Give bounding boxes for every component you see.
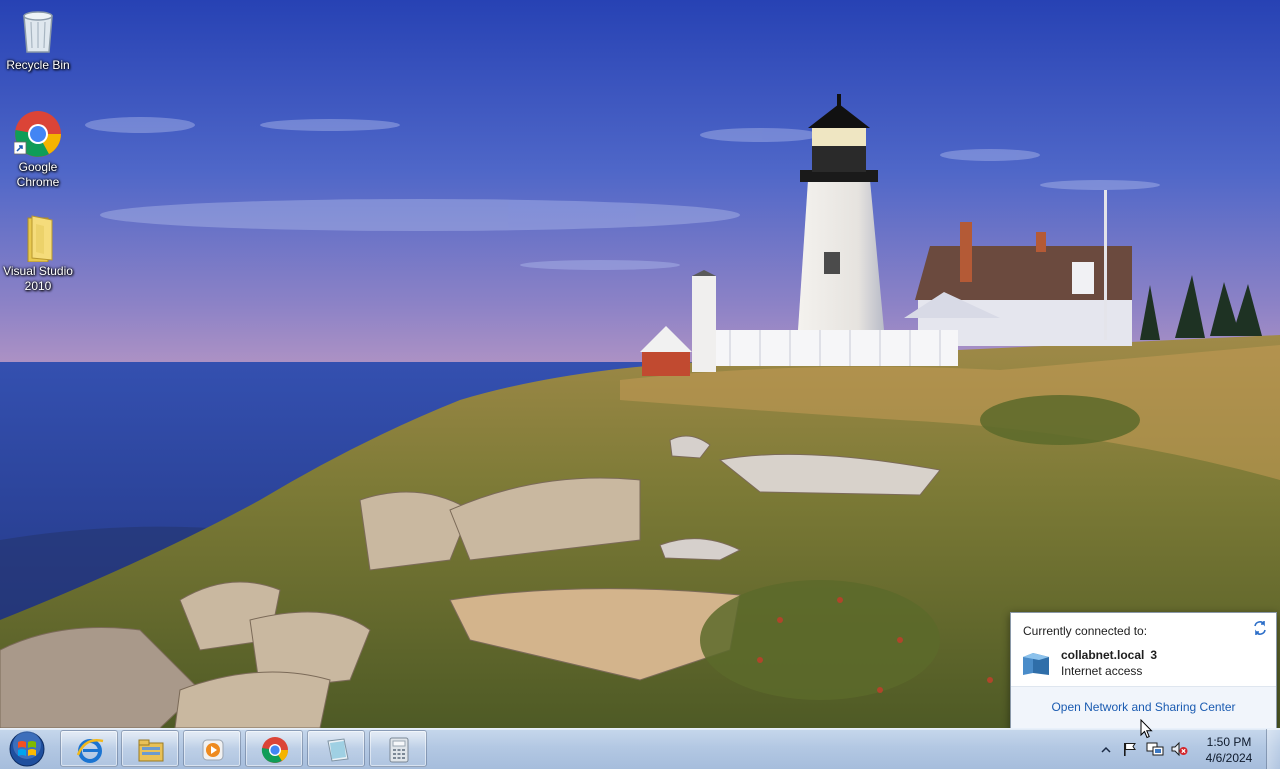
file-explorer-icon	[138, 739, 164, 762]
desktop-icon-label: Recycle Bin	[6, 58, 70, 72]
refresh-icon[interactable]	[1252, 620, 1268, 636]
taskbar-internet-explorer[interactable]	[60, 730, 118, 767]
desktop-icon-label: Visual Studio 2010	[3, 264, 73, 293]
connection-number: 3	[1150, 648, 1158, 662]
desktop-icon-google-chrome[interactable]: Google Chrome	[1, 110, 75, 190]
folder-icon	[14, 214, 62, 263]
network-connection-name[interactable]: collabnet.local 3	[1061, 648, 1157, 662]
network-connection-status: Internet access	[1061, 664, 1143, 678]
network-flyout: Currently connected to: collabnet.local 3…	[1010, 612, 1277, 730]
internet-explorer-icon	[76, 739, 104, 763]
taskbar-notepad[interactable]	[307, 730, 365, 767]
taskbar: 1:50 PM 4/6/2024	[0, 728, 1280, 769]
connection-name-text: collabnet.local	[1061, 648, 1145, 662]
action-center-flag-icon[interactable]	[1122, 741, 1138, 757]
network-connection-icon	[1021, 651, 1051, 677]
chrome-icon	[13, 110, 62, 158]
desktop-icon-recycle-bin[interactable]: Recycle Bin	[1, 8, 75, 73]
media-player-icon	[202, 739, 224, 761]
mouse-cursor-icon	[1140, 718, 1154, 739]
clock-date: 4/6/2024	[1205, 751, 1253, 765]
desktop-icon-visual-studio-2010[interactable]: Visual Studio 2010	[1, 214, 75, 294]
chrome-icon	[261, 737, 289, 763]
network-tray-icon[interactable]	[1146, 741, 1164, 757]
calculator-icon	[389, 737, 409, 763]
notepad-icon	[327, 738, 349, 762]
clock-time: 1:50 PM	[1206, 735, 1252, 749]
start-button[interactable]	[4, 730, 50, 768]
taskbar-google-chrome[interactable]	[245, 730, 303, 767]
taskbar-media-player[interactable]	[183, 730, 241, 767]
taskbar-calculator[interactable]	[369, 730, 427, 767]
show-hidden-icons-arrow[interactable]	[1100, 744, 1112, 754]
volume-muted-icon[interactable]	[1170, 741, 1188, 757]
open-network-sharing-center-link[interactable]: Open Network and Sharing Center	[1011, 700, 1276, 714]
recycle-bin-icon	[14, 8, 62, 56]
desktop-icon-label: Google Chrome	[16, 160, 60, 189]
taskbar-clock[interactable]: 1:50 PM 4/6/2024	[1196, 734, 1262, 766]
taskbar-windows-explorer[interactable]	[121, 730, 179, 767]
show-desktop-button[interactable]	[1266, 729, 1280, 769]
network-flyout-heading: Currently connected to:	[1023, 624, 1148, 638]
